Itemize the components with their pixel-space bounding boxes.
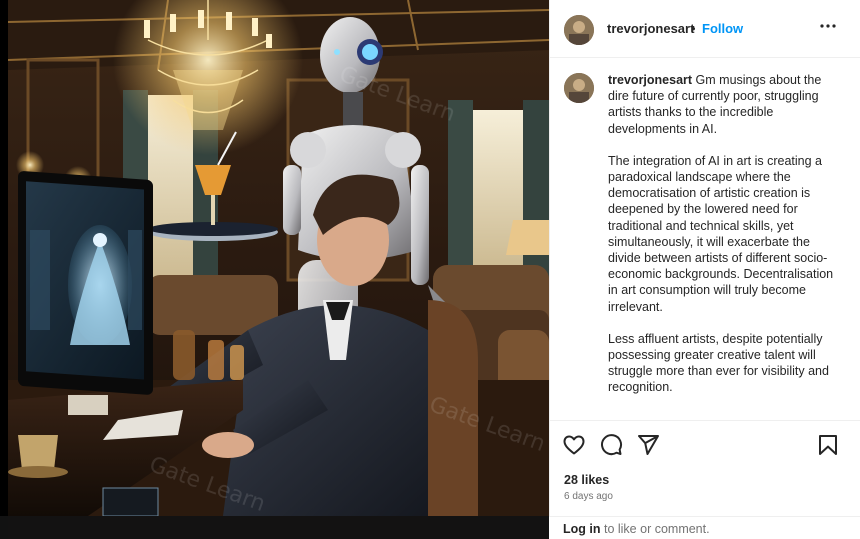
follow-button[interactable]: Follow <box>702 21 743 36</box>
caption-avatar[interactable] <box>564 73 594 103</box>
login-link[interactable]: Log in <box>563 522 601 536</box>
post-sidebar: trevorjonesart • Follow trevorjonesart G… <box>549 0 860 516</box>
caption-paragraph-2: The integration of AI in art is creating… <box>608 153 834 314</box>
avatar[interactable] <box>564 15 594 45</box>
caption-paragraph-1: trevorjonesart Gm musings about the dire… <box>608 72 834 137</box>
heart-icon[interactable] <box>562 433 586 457</box>
caption-username[interactable]: trevorjonesart <box>608 73 692 87</box>
caption-text: trevorjonesart Gm musings about the dire… <box>608 72 834 412</box>
caption-area: trevorjonesart Gm musings about the dire… <box>550 58 860 420</box>
post-header: trevorjonesart • Follow <box>550 0 860 58</box>
separator-dot: • <box>691 21 696 36</box>
post-timestamp[interactable]: 6 days ago <box>564 491 613 502</box>
likes-count[interactable]: 28 likes <box>564 473 609 487</box>
post-image[interactable]: Gate Learn Gate Learn Gate Learn <box>8 0 549 516</box>
username[interactable]: trevorjonesart <box>607 21 694 36</box>
bottom-overlay: Log in to like or comment. <box>0 516 860 539</box>
action-bar: 28 likes 6 days ago <box>550 420 860 516</box>
comment-icon[interactable] <box>599 433 623 457</box>
share-icon[interactable] <box>636 433 660 457</box>
login-text: Log in to like or comment. <box>563 522 710 536</box>
login-rest-text: to like or comment. <box>603 522 710 536</box>
caption-paragraph-3: Less affluent artists, despite potential… <box>608 331 829 395</box>
bookmark-icon[interactable] <box>816 433 840 457</box>
more-horizontal-icon[interactable] <box>816 14 840 38</box>
left-edge <box>0 0 8 539</box>
login-prompt: Log in to like or comment. <box>549 516 860 539</box>
